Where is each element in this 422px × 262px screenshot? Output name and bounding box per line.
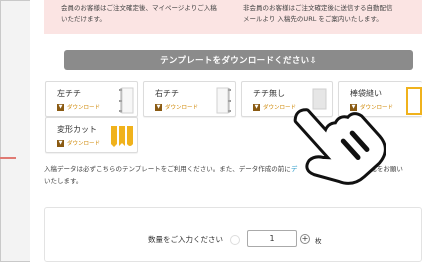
flag-shapes-icon [111, 126, 133, 147]
flag-right-loops-icon [216, 87, 231, 114]
flag-sleeve-icon [406, 87, 422, 115]
template-card-right-chichi[interactable]: 右チチ ▼ ダウンロード [143, 81, 236, 117]
quantity-label: 数量をご入力ください [148, 235, 223, 244]
template-label: 左チチ [57, 89, 81, 98]
download-badge-icon: ▼ [57, 139, 64, 147]
quantity-decrement-button[interactable] [230, 235, 240, 245]
template-label: 右チチ [155, 89, 179, 98]
template-card-custom-cut[interactable]: 変形カット ▼ ダウンロード [45, 117, 138, 153]
download-badge-icon: ▼ [253, 103, 260, 111]
download-link[interactable]: ▼ ダウンロード [57, 103, 100, 111]
template-label: チチ無し [253, 89, 285, 98]
notice-member: 会員のお客様はご注文確定後、マイページよりご入稿 いただけます。 [61, 4, 217, 23]
template-download-header: テンプレートをダウンロードください⇩ [64, 50, 413, 70]
quantity-unit: 枚 [315, 237, 322, 245]
quantity-increment-button[interactable]: + [300, 234, 310, 244]
upload-notice: 会員のお客様はご注文確定後、マイページよりご入稿 いただけます。 非会員のお客様… [44, 0, 422, 34]
notice-guest: 非会員のお客様はご注文確定後に送信する自動配信 メールより 入稿先のURL をご… [243, 4, 393, 23]
quantity-input[interactable]: 1 [247, 230, 297, 247]
template-label: 変形カット [57, 125, 97, 134]
download-link[interactable]: ▼ ダウンロード [155, 103, 198, 111]
download-link[interactable]: ▼ ダウンロード [57, 139, 100, 147]
hand-pointer-cursor-icon [293, 108, 386, 185]
side-marker [0, 157, 16, 159]
flag-left-loops-icon [119, 87, 134, 114]
download-badge-icon: ▼ [57, 103, 64, 111]
download-badge-icon: ▼ [155, 103, 162, 111]
template-card-left-chichi[interactable]: 左チチ ▼ ダウンロード [45, 81, 138, 117]
